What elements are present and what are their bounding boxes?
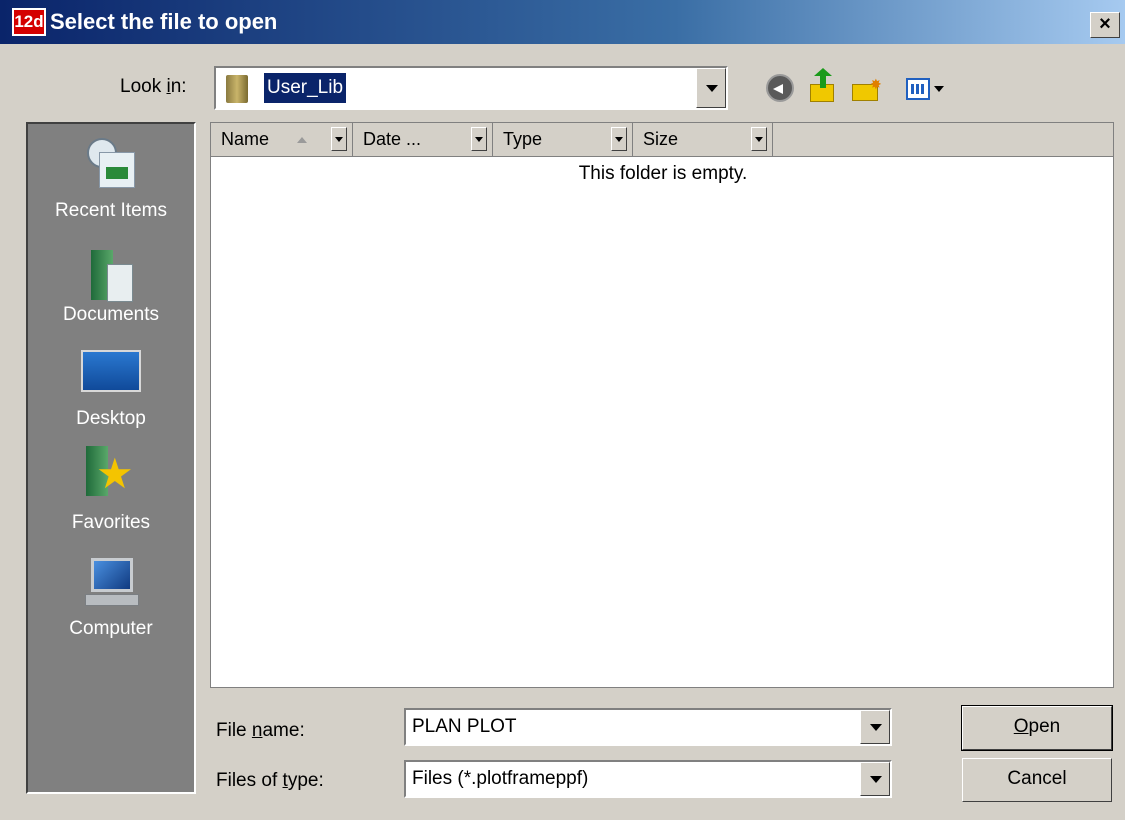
sort-ascending-icon (297, 137, 307, 143)
files-of-type-label: Files of type: (216, 770, 324, 791)
column-header-name[interactable]: Name (211, 123, 353, 157)
place-documents[interactable]: Documents (28, 304, 194, 326)
cancel-button[interactable]: Cancel (962, 758, 1112, 802)
file-list[interactable]: Name Date ... Type Size This folder is e… (210, 122, 1114, 688)
look-in-combo[interactable]: User_Lib (214, 66, 728, 110)
new-folder-icon[interactable]: ✸ (852, 74, 882, 102)
documents-icon[interactable] (91, 250, 133, 302)
file-name-dropdown-button[interactable] (860, 710, 890, 744)
recent-items-icon[interactable] (85, 136, 137, 192)
empty-folder-message: This folder is empty. (578, 163, 748, 184)
computer-icon[interactable] (81, 556, 141, 608)
files-of-type-combo[interactable]: Files (*.plotframeppf) (404, 760, 892, 798)
folder-icon (226, 75, 248, 103)
column-header-date[interactable]: Date ... (353, 123, 493, 157)
place-favorites[interactable]: Favorites (28, 512, 194, 534)
title-bar: 12d Select the file to open × (0, 0, 1125, 44)
views-dropdown-arrow-icon[interactable] (934, 86, 944, 92)
places-bar: Recent Items Documents Desktop ★ Favorit… (26, 122, 196, 794)
up-one-level-icon[interactable] (808, 68, 836, 102)
column-filter-dropdown-icon[interactable] (331, 127, 347, 151)
app-icon: 12d (12, 8, 46, 36)
back-icon[interactable] (766, 74, 794, 102)
column-filter-dropdown-icon[interactable] (751, 127, 767, 151)
column-header-type[interactable]: Type (493, 123, 633, 157)
dialog-title: Select the file to open (50, 9, 278, 34)
files-of-type-value: Files (*.plotframeppf) (412, 768, 589, 789)
look-in-label: Look in: (120, 76, 187, 97)
column-header-size[interactable]: Size (633, 123, 773, 157)
column-filter-dropdown-icon[interactable] (611, 127, 627, 151)
file-name-combo[interactable]: PLAN PLOT (404, 708, 892, 746)
column-header-filler (773, 123, 1113, 157)
desktop-icon[interactable] (81, 350, 141, 392)
look-in-value: User_Lib (264, 73, 347, 103)
column-filter-dropdown-icon[interactable] (471, 127, 487, 151)
file-name-input[interactable]: PLAN PLOT (412, 716, 517, 738)
favorites-icon[interactable]: ★ (86, 446, 136, 498)
close-button[interactable]: × (1090, 12, 1120, 38)
open-button[interactable]: Open (961, 705, 1113, 751)
files-of-type-dropdown-button[interactable] (860, 762, 890, 796)
place-recent-items[interactable]: Recent Items (28, 200, 194, 222)
place-desktop[interactable]: Desktop (28, 408, 194, 430)
look-in-dropdown-button[interactable] (696, 68, 726, 108)
views-icon[interactable] (906, 78, 930, 100)
place-computer[interactable]: Computer (28, 618, 194, 640)
file-name-label: File name: (216, 720, 305, 741)
